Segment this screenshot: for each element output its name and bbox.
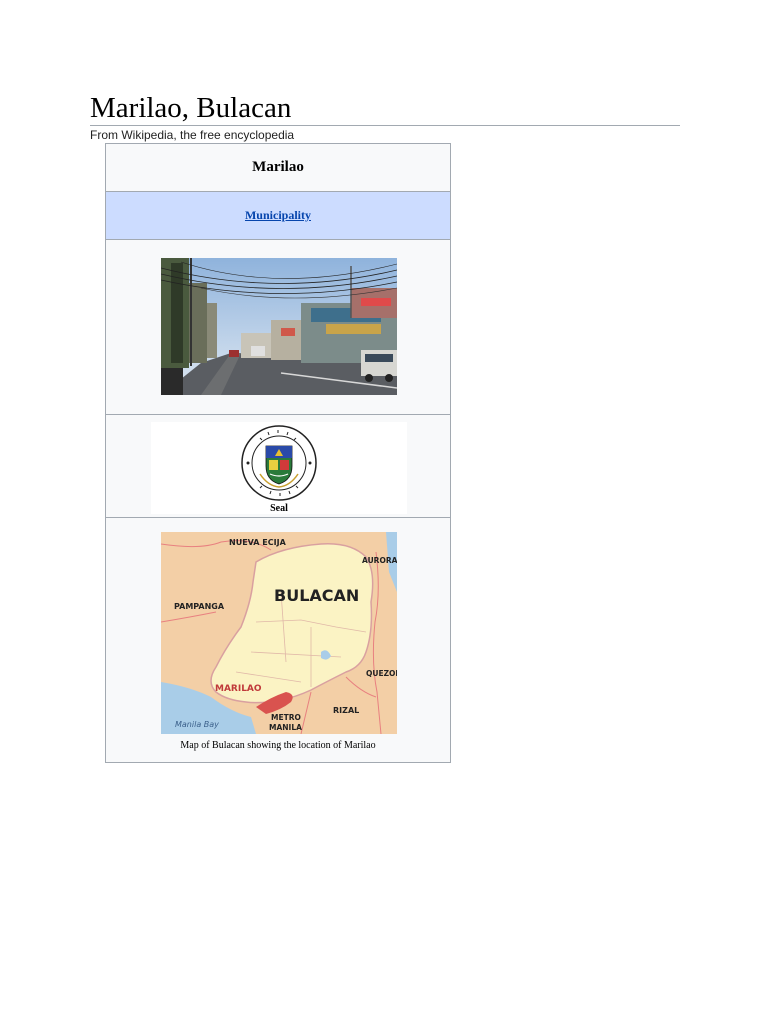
site-tagline: From Wikipedia, the free encyclopedia bbox=[90, 128, 295, 142]
infobox-photo-row bbox=[106, 240, 450, 415]
map-label-nueva-ecija: NUEVA ECIJA bbox=[229, 538, 287, 547]
map-caption: Map of Bulacan showing the location of M… bbox=[180, 740, 376, 751]
infobox-title: Marilao bbox=[106, 144, 450, 192]
map-label-pampanga: PAMPANGA bbox=[174, 602, 225, 611]
bulacan-location-map[interactable]: NUEVA ECIJA AURORA BULACAN PAMPANGA QUEZ… bbox=[161, 532, 397, 734]
map-label-rizal: RIZAL bbox=[333, 706, 359, 715]
map-label-marilao: MARILAO bbox=[215, 684, 262, 694]
map-label-quezon: QUEZON bbox=[366, 669, 397, 678]
municipality-link[interactable]: Municipality bbox=[245, 208, 311, 223]
seal-image-frame: Seal bbox=[151, 422, 407, 514]
title-divider bbox=[90, 125, 680, 126]
seal-caption: Seal bbox=[270, 503, 288, 514]
municipal-seal-image[interactable] bbox=[240, 424, 318, 502]
street-photo[interactable] bbox=[161, 258, 397, 395]
infobox-seal-row: Seal bbox=[106, 415, 450, 518]
map-label-aurora: AURORA bbox=[362, 556, 397, 565]
infobox-map-row: NUEVA ECIJA AURORA BULACAN PAMPANGA QUEZ… bbox=[106, 518, 450, 764]
map-label-manila: MANILA bbox=[269, 723, 302, 732]
map-label-manila-bay: Manila Bay bbox=[175, 720, 219, 729]
map-label-metro: METRO bbox=[271, 713, 301, 722]
infobox: Marilao Municipality Seal NUEVA ECIJA AU… bbox=[105, 143, 451, 763]
map-label-bulacan: BULACAN bbox=[274, 586, 359, 605]
page-title: Marilao, Bulacan bbox=[90, 92, 292, 124]
infobox-type-row: Municipality bbox=[106, 192, 450, 240]
